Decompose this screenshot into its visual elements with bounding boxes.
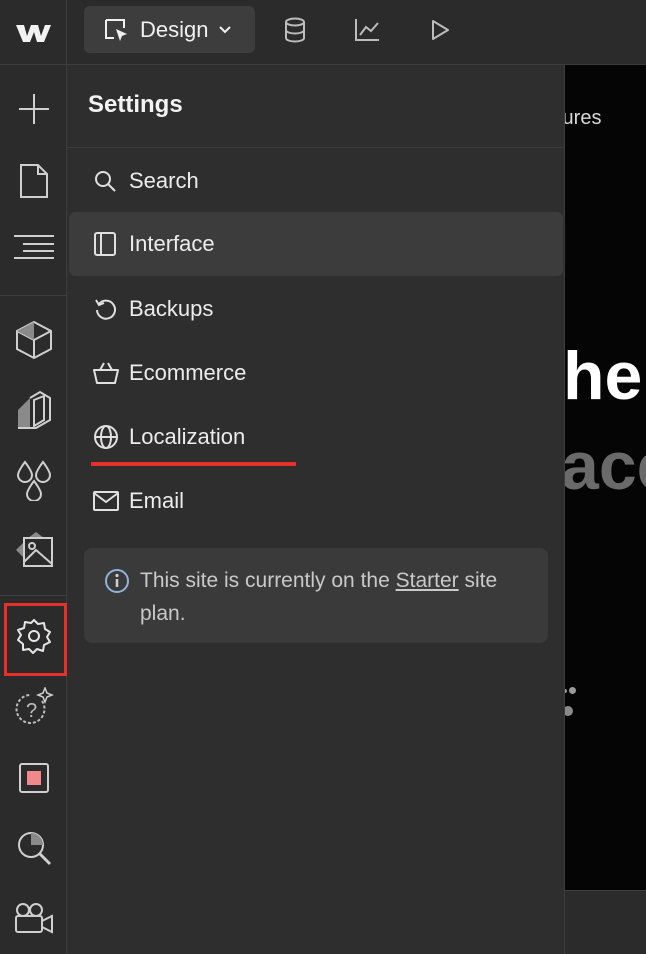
pages-icon — [20, 164, 48, 198]
mail-icon — [93, 487, 121, 515]
left-toolbar: ? — [0, 65, 67, 954]
pages-button[interactable] — [12, 159, 56, 203]
canvas-dot — [569, 687, 576, 694]
cms-database-icon — [285, 17, 305, 43]
video-icon — [15, 903, 53, 934]
canvas-dot — [565, 689, 567, 693]
cms-button[interactable] — [280, 13, 310, 47]
backup-restore-icon — [93, 295, 121, 323]
help-ai-icon: ? — [15, 687, 54, 724]
canvas-footer-bar — [565, 890, 646, 954]
variables-icon — [16, 460, 52, 501]
info-icon — [104, 568, 130, 599]
webflow-logo[interactable] — [0, 0, 67, 65]
settings-item-email[interactable]: Email — [69, 469, 563, 533]
site-plan-notice: This site is currently on the Starter si… — [84, 548, 548, 643]
localization-underline-annotation — [91, 462, 296, 466]
preview-button[interactable] — [425, 13, 455, 47]
top-bar: Design — [0, 0, 646, 65]
settings-item-backups[interactable]: Backups — [69, 277, 563, 341]
settings-item-label: Backups — [129, 296, 214, 321]
analytics-button[interactable] — [352, 13, 382, 47]
video-button[interactable] — [12, 897, 56, 941]
starter-plan-link[interactable]: Starter — [396, 569, 459, 592]
add-icon — [19, 94, 49, 124]
canvas-nav-text: tures — [565, 107, 602, 129]
navigator-icon — [14, 235, 54, 259]
canvas-dot — [565, 706, 573, 716]
notice-prefix: This site is currently on the — [140, 569, 396, 592]
settings-item-label: Interface — [129, 231, 215, 256]
design-canvas[interactable]: tures he ace — [565, 65, 646, 890]
settings-item-label: Ecommerce — [129, 360, 247, 385]
analytics-chart-icon — [355, 19, 379, 41]
settings-panel: Settings Search Interface Backups Ecomme… — [67, 65, 565, 954]
cursor-box-icon — [105, 18, 127, 41]
stop-record-icon — [19, 763, 49, 793]
components-button[interactable] — [12, 318, 56, 362]
site-plan-notice-text: This site is currently on the Starter si… — [140, 564, 530, 630]
audit-button[interactable] — [12, 826, 56, 870]
components-icon — [16, 320, 52, 360]
design-mode-button[interactable]: Design — [84, 6, 255, 53]
canvas-heading-text: he — [565, 338, 643, 414]
settings-item-label: Search — [129, 168, 199, 193]
style-selectors-button[interactable] — [12, 388, 56, 432]
assets-icon — [16, 532, 53, 567]
globe-icon — [93, 423, 121, 451]
settings-item-label: Email — [129, 488, 185, 513]
settings-item-ecommerce[interactable]: Ecommerce — [69, 341, 563, 405]
style-selectors-icon — [18, 390, 51, 429]
preview-play-icon — [432, 20, 449, 40]
settings-item-localization[interactable]: Localization — [69, 405, 563, 469]
webflow-logo-icon — [16, 24, 51, 42]
assets-button[interactable] — [12, 528, 56, 572]
navigator-button[interactable] — [12, 225, 56, 269]
add-elements-button[interactable] — [12, 87, 56, 131]
design-mode-label: Design — [140, 16, 209, 42]
interface-panel-icon — [93, 230, 121, 258]
basket-icon — [93, 359, 121, 387]
audit-search-icon — [18, 832, 52, 866]
chevron-down-icon — [219, 25, 232, 33]
canvas-subheading-text: ace — [565, 428, 646, 504]
settings-item-interface[interactable]: Interface — [69, 212, 563, 276]
settings-highlight-annotation — [4, 603, 67, 676]
stop-record-button[interactable] — [12, 756, 56, 800]
settings-item-label: Localization — [129, 424, 246, 449]
settings-item-search[interactable]: Search — [69, 149, 563, 213]
help-ai-button[interactable]: ? — [12, 685, 56, 729]
variables-button[interactable] — [12, 458, 56, 502]
svg-text:?: ? — [26, 700, 37, 722]
search-icon — [93, 167, 121, 195]
settings-title: Settings — [88, 91, 183, 118]
